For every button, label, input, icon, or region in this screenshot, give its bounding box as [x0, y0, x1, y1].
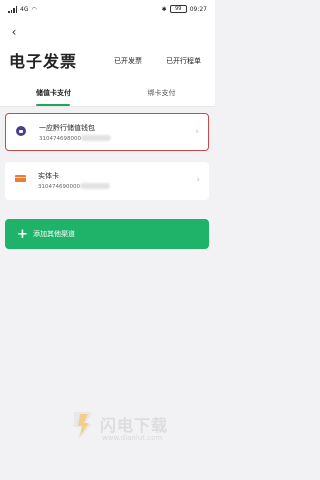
watermark-url: www.dianlut.com — [102, 434, 163, 442]
masked-number — [81, 135, 111, 141]
wifi-icon: ◠ — [31, 5, 37, 13]
plus-icon: + — [17, 226, 28, 242]
active-tab-indicator — [36, 104, 70, 106]
issued-invoices-link[interactable]: 已开发票 — [114, 56, 142, 66]
watermark-title: 闪电下载 — [100, 416, 169, 435]
card-name: 实体卡 — [38, 172, 59, 180]
page-header: ‹ 电子发票 已开发票 已开行程单 — [0, 18, 215, 80]
watermark: 闪电下载 www.dianlut.com — [70, 408, 190, 452]
chevron-right-icon: › — [196, 175, 200, 185]
payment-tabs: 储值卡支付 绑卡支付 — [0, 80, 215, 107]
add-channel-label: 添加其他渠道 — [33, 230, 75, 238]
card-item-physical[interactable]: 实体卡 310474690000 › — [5, 162, 209, 200]
battery-icon: 99 — [169, 5, 187, 13]
card-number: 310474690000 — [38, 184, 80, 190]
card-name: 一应黔行储值钱包 — [39, 124, 95, 132]
network-type: 4G — [20, 5, 29, 13]
card-number: 310474698000 — [39, 136, 81, 142]
issued-itinerary-link[interactable]: 已开行程单 — [166, 56, 201, 66]
page-title: 电子发票 — [9, 52, 78, 71]
chevron-right-icon: › — [195, 127, 199, 137]
chevron-left-icon[interactable]: ‹ — [7, 26, 21, 40]
tab-bound-card[interactable]: 绑卡支付 — [108, 80, 215, 106]
signal-icon — [8, 5, 17, 13]
add-channel-button[interactable]: + 添加其他渠道 — [5, 219, 209, 249]
status-bar-left: 4G ◠ — [0, 5, 37, 13]
tab-stored-value[interactable]: 储值卡支付 — [0, 80, 107, 106]
card-icon — [15, 175, 26, 182]
wallet-icon — [16, 126, 26, 136]
status-bar: 4G ◠ ✱ 99 09:27 — [0, 0, 215, 18]
lightning-logo-icon — [74, 412, 92, 440]
bluetooth-icon: ✱ — [161, 5, 167, 13]
card-item-wallet[interactable]: 一应黔行储值钱包 310474698000 › — [5, 113, 209, 151]
status-bar-right: ✱ 99 09:27 — [162, 5, 215, 13]
clock: 09:27 — [189, 5, 207, 13]
masked-number — [80, 183, 110, 189]
